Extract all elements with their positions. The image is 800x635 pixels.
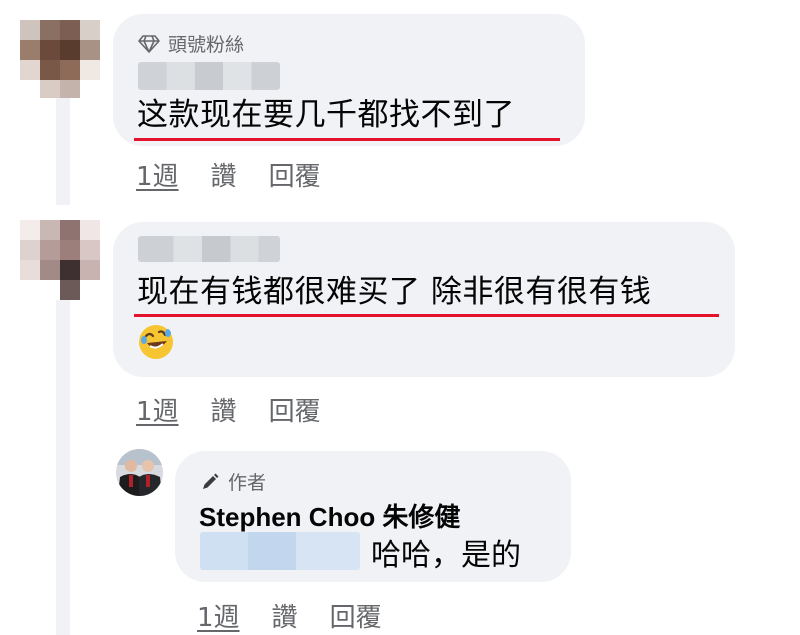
blurred-commenter-name[interactable] (138, 236, 280, 262)
badge-label: 作者 (228, 472, 267, 494)
like-button[interactable]: 讚 (211, 156, 237, 193)
badge-label: 頭號粉絲 (168, 34, 245, 56)
author-badge: 作者 (200, 468, 266, 495)
author-name[interactable]: Stephen Choo 朱修健 (199, 497, 460, 534)
like-button[interactable]: 讚 (272, 597, 298, 634)
author-avatar[interactable] (116, 449, 163, 496)
timestamp-link[interactable]: 1週 (197, 597, 240, 634)
timestamp-link[interactable]: 1週 (136, 156, 179, 193)
reply-button[interactable]: 回覆 (269, 156, 321, 193)
comment-text: 现在有钱都很难买了 除非很有很有钱 (137, 274, 652, 310)
blurred-commenter-name[interactable] (138, 62, 280, 90)
rolling-on-floor-laughing-emoji (139, 325, 173, 359)
comment-actions: 1週 讚 回覆 (136, 156, 321, 193)
reply-button[interactable]: 回覆 (269, 391, 321, 428)
comment-actions: 1週 讚 回覆 (136, 391, 321, 428)
reply-text: 哈哈，是的 (371, 538, 521, 573)
pencil-icon (203, 473, 219, 489)
reply-actions: 1週 讚 回覆 (197, 597, 382, 634)
thread-line (56, 95, 70, 205)
reply-button[interactable]: 回覆 (330, 597, 382, 634)
like-button[interactable]: 讚 (211, 391, 237, 428)
top-fan-badge: 頭號粉絲 (138, 30, 244, 57)
thread-line (56, 300, 70, 635)
avatar[interactable] (20, 220, 100, 300)
blurred-mention[interactable] (200, 532, 360, 570)
avatar[interactable] (20, 20, 100, 98)
text-underline (134, 138, 560, 141)
comment-text: 这款现在要几千都找不到了 (137, 97, 515, 133)
timestamp-link[interactable]: 1週 (136, 391, 179, 428)
text-underline (134, 314, 719, 317)
diamond-icon (138, 34, 160, 53)
